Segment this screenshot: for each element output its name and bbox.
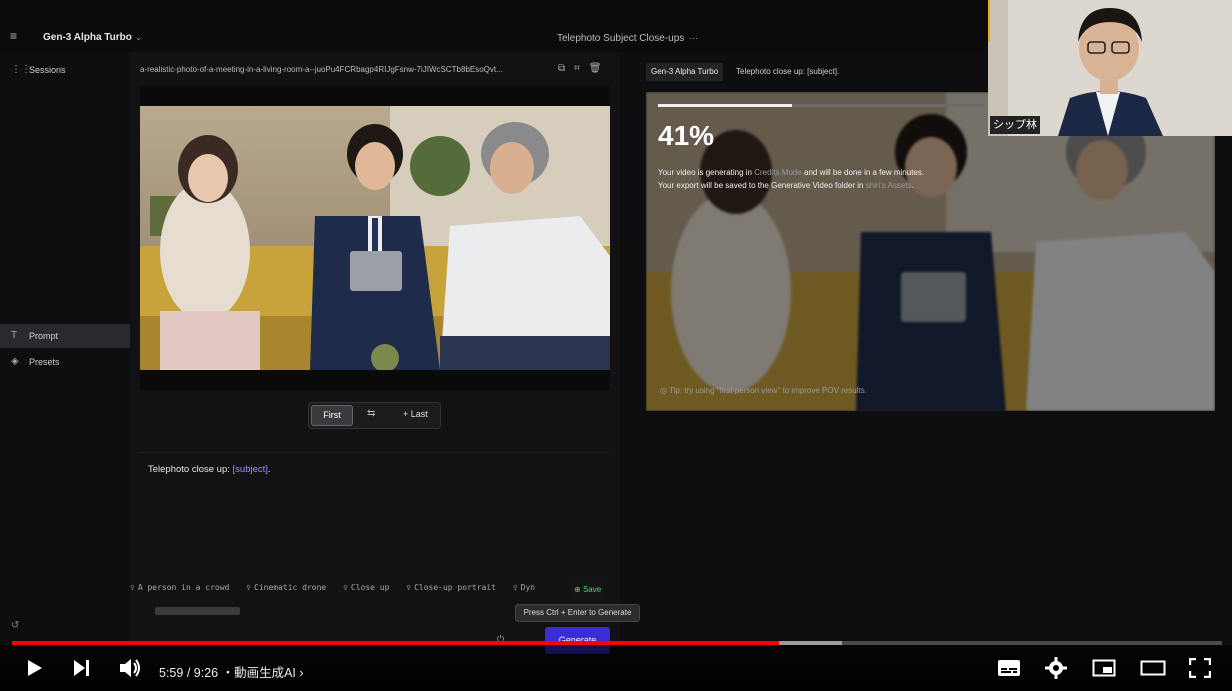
credits-mode-link[interactable]: Credits Mode [754,168,802,177]
bulb-icon: ♀ [343,583,348,592]
time-display: 5:59 / 9:26 ・動画生成AI › [159,666,304,680]
sidebar-item-prompt[interactable]: T Prompt [0,324,130,348]
generation-tip: ◎ Tip: try using "first person view" to … [660,386,867,395]
miniplayer-icon[interactable] [1092,659,1116,682]
theater-mode-icon[interactable] [1140,660,1166,681]
undo-icon[interactable]: ↺ [11,620,19,631]
next-icon[interactable] [72,659,92,682]
webcam-overlay: シップ林 [988,0,1232,136]
file-actions: ⧉ ⌗ 🗑 [558,63,610,74]
assets-link[interactable]: shiri's Assets [866,181,912,190]
bulb-icon: ♀ [512,583,518,592]
preset-scrollbar[interactable] [155,607,240,615]
presenter-name-label: シップ林 [990,116,1040,134]
trash-icon[interactable]: 🗑 [589,63,602,74]
generation-progress-bar [658,104,984,107]
chevron-down-icon: ⌄ [134,32,143,42]
image-filename: a-realistic-photo-of-a-meeting-in-a-livi… [140,65,503,74]
settings-gear-icon[interactable] [1045,657,1067,684]
copy-icon[interactable]: ⧉ [558,63,565,74]
frame-toggle: First ⇆ + Last [308,402,441,429]
save-preset-button[interactable]: ⊕ Save [570,582,606,597]
bulb-icon: ♀ [406,583,412,592]
output-prompt: Telephoto close up: [subject]. [736,67,840,76]
crop-icon[interactable]: ⌗ [574,63,580,74]
chapter-title[interactable]: ・動画生成AI [222,666,296,680]
progress-percent: 41% [658,120,715,151]
prompt-input[interactable]: Telephoto close up: [subject]. [140,452,610,572]
input-image-frame[interactable] [140,86,610,390]
fullscreen-icon[interactable] [1188,657,1212,683]
player-controls: 5:59 / 9:26 ・動画生成AI › [0,645,1232,691]
preset-chip[interactable]: ♀ Close up [343,583,389,592]
swap-frames-icon[interactable]: ⇆ [367,408,375,419]
sidebar: ⋮⋮ Sessions T Prompt ◈ Presets [0,52,130,642]
prompt-text: Telephoto close up: [subject]. [148,464,271,475]
prompt-placeholder-tag: [subject] [232,464,268,475]
app-window: ≡ Gen-3 Alpha Turbo ⌄ Telephoto Subject C… [0,0,1232,691]
blurred-preview [646,92,1215,411]
preset-chip[interactable]: ♀ Close-up portrait [406,583,496,592]
model-selector[interactable]: Gen-3 Alpha Turbo ⌄ [43,32,142,43]
volume-icon[interactable] [118,657,142,684]
sidebar-item-sessions[interactable]: ⋮⋮ Sessions [0,58,130,82]
save-icon: ⊕ [574,585,583,594]
generation-message: Your video is generating in Credits Mode… [658,168,925,190]
output-model-chip: Gen-3 Alpha Turbo [646,63,724,81]
generate-tooltip: Press Ctrl + Enter to Generate [515,604,640,622]
sidebar-item-presets[interactable]: ◈ Presets [0,350,130,374]
generation-progress-fill [658,104,792,107]
preset-chip[interactable]: ♀ Cinematic drone [246,583,326,592]
preset-chips: ♀ A person in a crowd ♀ Cinematic drone ♀ C… [130,583,610,597]
bulb-icon: ♀ [130,583,135,592]
sessions-icon: ⋮⋮ [11,64,31,75]
chevron-right-icon[interactable]: › [299,666,303,680]
text-icon: T [11,330,18,341]
hamburger-icon[interactable]: ≡ [10,30,22,42]
add-last-frame-button[interactable]: + Last [403,409,428,419]
more-icon[interactable]: ··· [688,33,698,44]
play-icon[interactable] [24,658,44,683]
lightbulb-icon: ◎ [660,386,670,395]
output-video-preview[interactable]: 41% Your video is generating in Credits … [646,92,1215,411]
bulb-icon: ♀ [246,583,251,592]
meeting-photo [140,106,610,370]
preset-chip[interactable]: ♀ A person in a crowd [130,583,229,592]
session-title[interactable]: Telephoto Subject Close-ups ··· [557,33,698,44]
subtitles-icon[interactable] [997,659,1021,682]
layers-icon: ◈ [11,356,19,367]
preset-chip[interactable]: ♀ Dyn [513,583,535,592]
first-frame-button[interactable]: First [311,405,353,426]
